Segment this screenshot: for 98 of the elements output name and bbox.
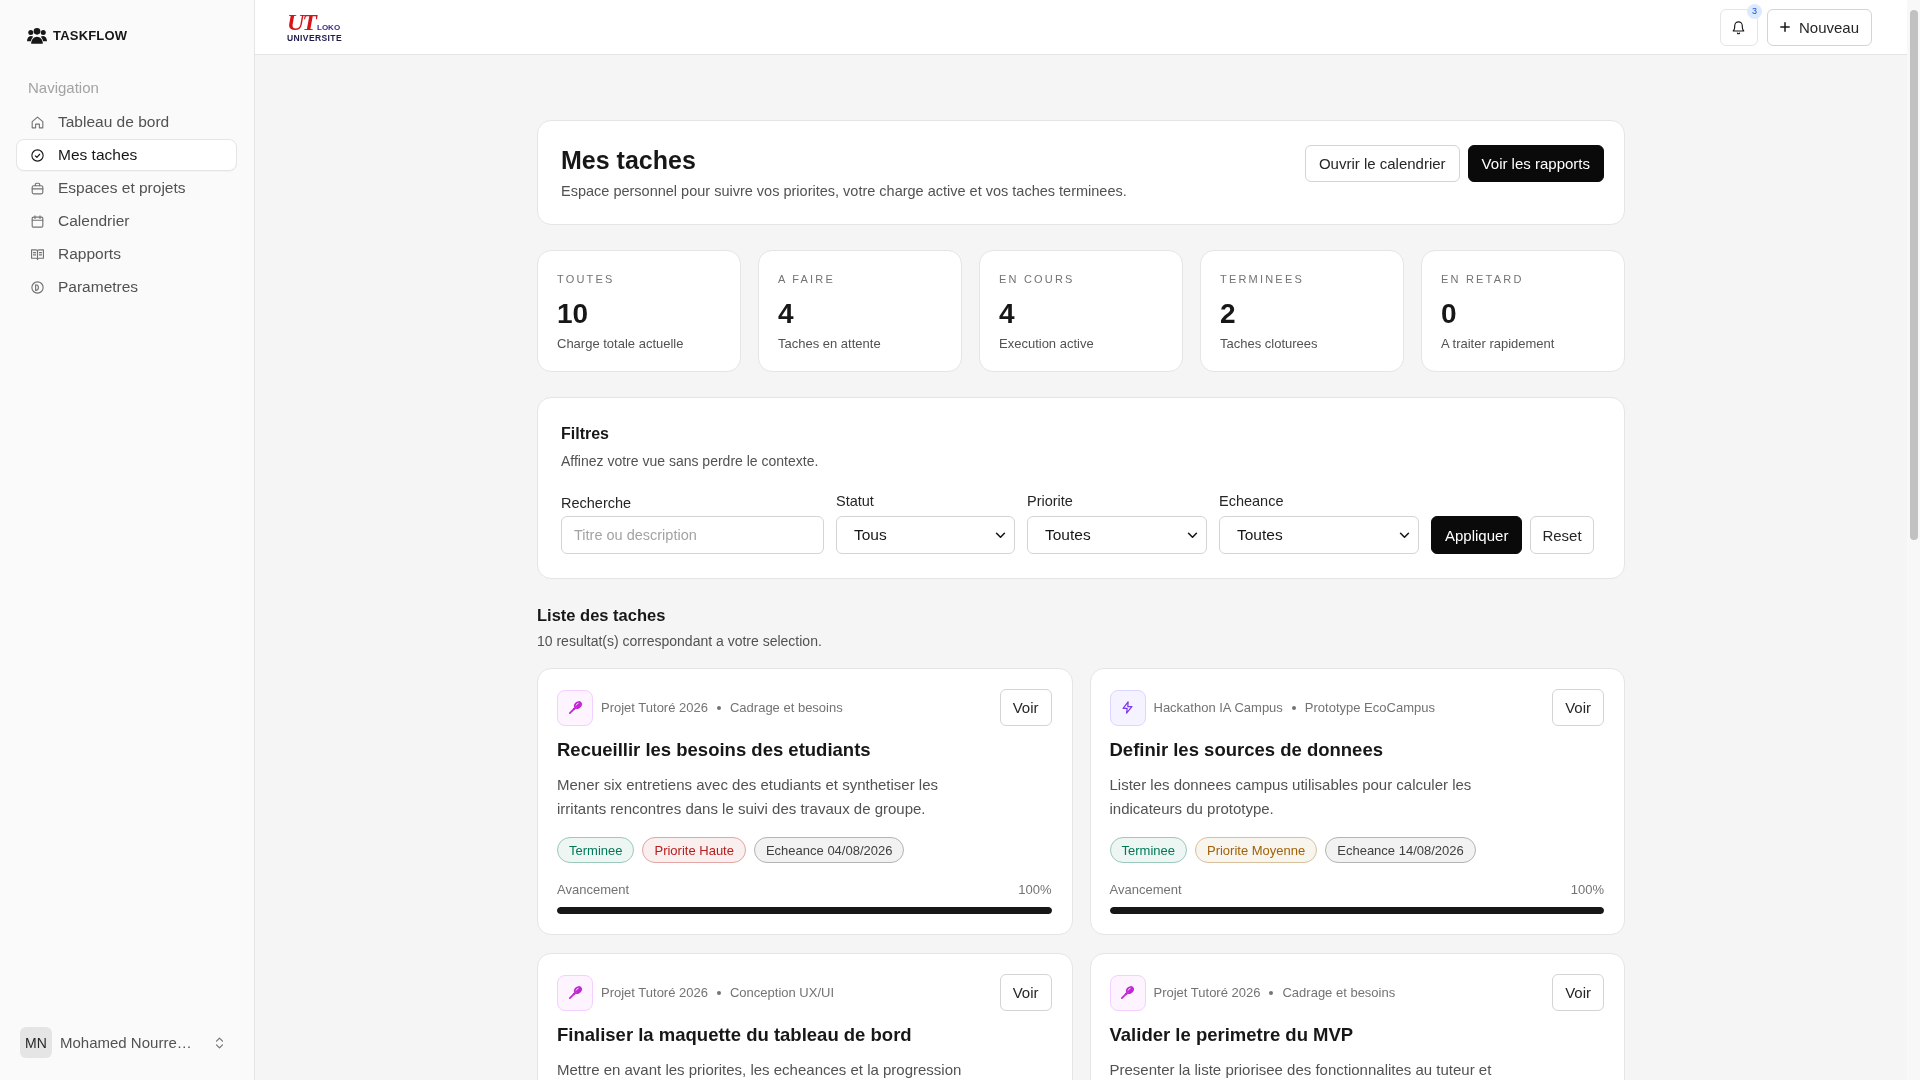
stat-value: 4: [999, 297, 1016, 331]
filter-label: Echeance: [1219, 492, 1285, 511]
stat-value: 0: [1441, 297, 1458, 331]
separator-dot-icon: [1291, 705, 1296, 710]
briefcase-icon: [30, 180, 45, 196]
brush-icon: [557, 689, 593, 726]
header-action-button[interactable]: Ouvrir le calendrier: [1304, 145, 1460, 182]
lightning-icon: [1109, 689, 1146, 726]
brush-icon: [1109, 974, 1146, 1011]
stat-label: EN RETARD: [1441, 272, 1525, 286]
stat-caption: Taches en attente: [778, 335, 882, 353]
filter-button[interactable]: Reset: [1530, 516, 1594, 554]
task-tag: Priorite Moyenne: [1194, 837, 1318, 863]
task-space: Projet Tutoré 2026: [601, 700, 708, 715]
page-subtitle: Espace personnel pour suivre vos priorites, votre charge active et vos taches terminees.: [561, 182, 1127, 201]
sidebar-item[interactable]: Parametres: [16, 271, 237, 303]
book-icon: [30, 246, 45, 262]
nav-section-title: Navigation: [27, 78, 100, 98]
sidebar-item[interactable]: Rapports: [16, 238, 237, 270]
task-space: Projet Tutoré 2026: [601, 985, 708, 1000]
sidebar-item[interactable]: Tableau de bord: [16, 106, 237, 138]
stat-value: 4: [778, 297, 795, 331]
filters-subtitle: Affinez votre vue sans perdre le contexte.: [561, 452, 820, 471]
task-title: Definir les sources de donnees: [1109, 738, 1384, 762]
separator-dot-icon: [1269, 990, 1274, 995]
stat-label: TERMINEES: [1220, 272, 1305, 286]
task-title: Recueillir les besoins des etudiants: [557, 738, 872, 762]
task-description: Lister les donnees campus utilisables pour calculer les indicateurs du prototype.: [1109, 775, 1473, 819]
page-title: Mes taches: [561, 145, 697, 176]
stat-value: 2: [1220, 297, 1237, 331]
progress-label: Avancement: [1109, 881, 1182, 899]
task-phase: Conception UX/UI: [729, 985, 835, 1000]
task-description: Mettre en avant les priorites, les echeances et la progression: [557, 1060, 963, 1080]
filter-label: Priorite: [1027, 492, 1074, 511]
user-avatar: MN: [20, 1027, 52, 1058]
stat-caption: Execution active: [999, 335, 1095, 353]
progress-reading: 100%: [1018, 881, 1052, 899]
task-tag: Echeance 04/08/2026: [753, 837, 905, 863]
separator-dot-icon: [716, 990, 721, 995]
university-logo: UTLOKO UNIVERSITE: [287, 11, 342, 43]
separator-dot-icon: [716, 705, 721, 710]
stat-caption: Charge totale actuelle: [557, 335, 685, 353]
new-button[interactable]: Nouveau: [1766, 8, 1872, 46]
task-phase: Cadrage et besoins: [729, 700, 843, 715]
task-description: Mener six entretiens avec des etudiants et synthetiser les irritants rencontres dans le suivi des travaux de groupe.: [557, 775, 940, 819]
list-title: Liste des taches: [537, 605, 667, 626]
home-icon: [30, 114, 45, 130]
list-summary: 10 resultat(s) correspondant a votre selection.: [537, 632, 823, 651]
task-tag: Priorite Haute: [642, 837, 746, 863]
task-tag: Echeance 14/08/2026: [1325, 837, 1476, 863]
stat-label: A FAIRE: [778, 272, 836, 286]
pie-chart-icon: [30, 279, 45, 295]
task-space: Projet Tutoré 2026: [1153, 985, 1261, 1000]
stat-label: EN COURS: [999, 272, 1076, 286]
filter-button[interactable]: Appliquer: [1431, 516, 1523, 554]
search-field[interactable]: Titre ou description: [561, 516, 824, 554]
chevron-down-icon: [1399, 531, 1410, 539]
filters-title: Filtres: [561, 424, 610, 444]
task-space: Hackathon IA Campus: [1153, 700, 1283, 715]
task-description: Presenter la liste priorisee des fonctionnalites au tuteur et: [1109, 1060, 1493, 1080]
view-button[interactable]: Voir: [1552, 689, 1604, 726]
header-action-button[interactable]: Voir les rapports: [1467, 145, 1604, 182]
calendar-icon: [30, 213, 45, 229]
stat-value: 10: [557, 297, 590, 331]
view-button[interactable]: Voir: [1552, 974, 1604, 1011]
stat-caption: Taches cloturees: [1220, 335, 1319, 353]
task-phase: Prototype EcoCampus: [1304, 700, 1435, 715]
progress-label: Avancement: [557, 881, 630, 899]
brush-icon: [557, 974, 593, 1011]
user-name: Mohamed Nourre…: [60, 1034, 192, 1051]
filter-select[interactable]: Toutes: [1219, 516, 1419, 554]
view-button[interactable]: Voir: [999, 974, 1052, 1011]
plus-icon: [1779, 22, 1790, 32]
sidebar-item[interactable]: Calendrier: [16, 205, 237, 237]
search-label: Recherche: [561, 494, 633, 513]
task-tag: Terminee: [1109, 837, 1187, 863]
filter-select[interactable]: Tous: [836, 516, 1015, 554]
bell-icon: [1731, 19, 1747, 35]
sidebar-item[interactable]: Espaces et projets: [16, 172, 237, 204]
task-title: Valider le perimetre du MVP: [1109, 1023, 1355, 1047]
check-circle-icon: [30, 147, 45, 163]
filter-label: Statut: [836, 492, 875, 511]
users-icon: [27, 27, 47, 44]
task-tag: Terminee: [557, 837, 635, 863]
task-title: Finaliser la maquette du tableau de bord: [557, 1023, 913, 1047]
sidebar-item[interactable]: Mes taches: [16, 139, 237, 171]
chevron-down-icon: [1187, 531, 1198, 539]
chevron-up-down-icon[interactable]: [214, 1035, 224, 1050]
filter-select[interactable]: Toutes: [1027, 516, 1207, 554]
chevron-down-icon: [995, 531, 1006, 539]
scrollbar-thumb[interactable]: [1909, 10, 1918, 540]
notification-count: 3: [1746, 3, 1762, 19]
brand-name: TASKFLOW: [53, 28, 128, 43]
progress-reading: 100%: [1570, 881, 1604, 899]
stat-label: TOUTES: [557, 272, 616, 286]
view-button[interactable]: Voir: [999, 689, 1052, 726]
task-phase: Cadrage et besoins: [1282, 985, 1396, 1000]
stat-caption: A traiter rapidement: [1441, 335, 1556, 353]
